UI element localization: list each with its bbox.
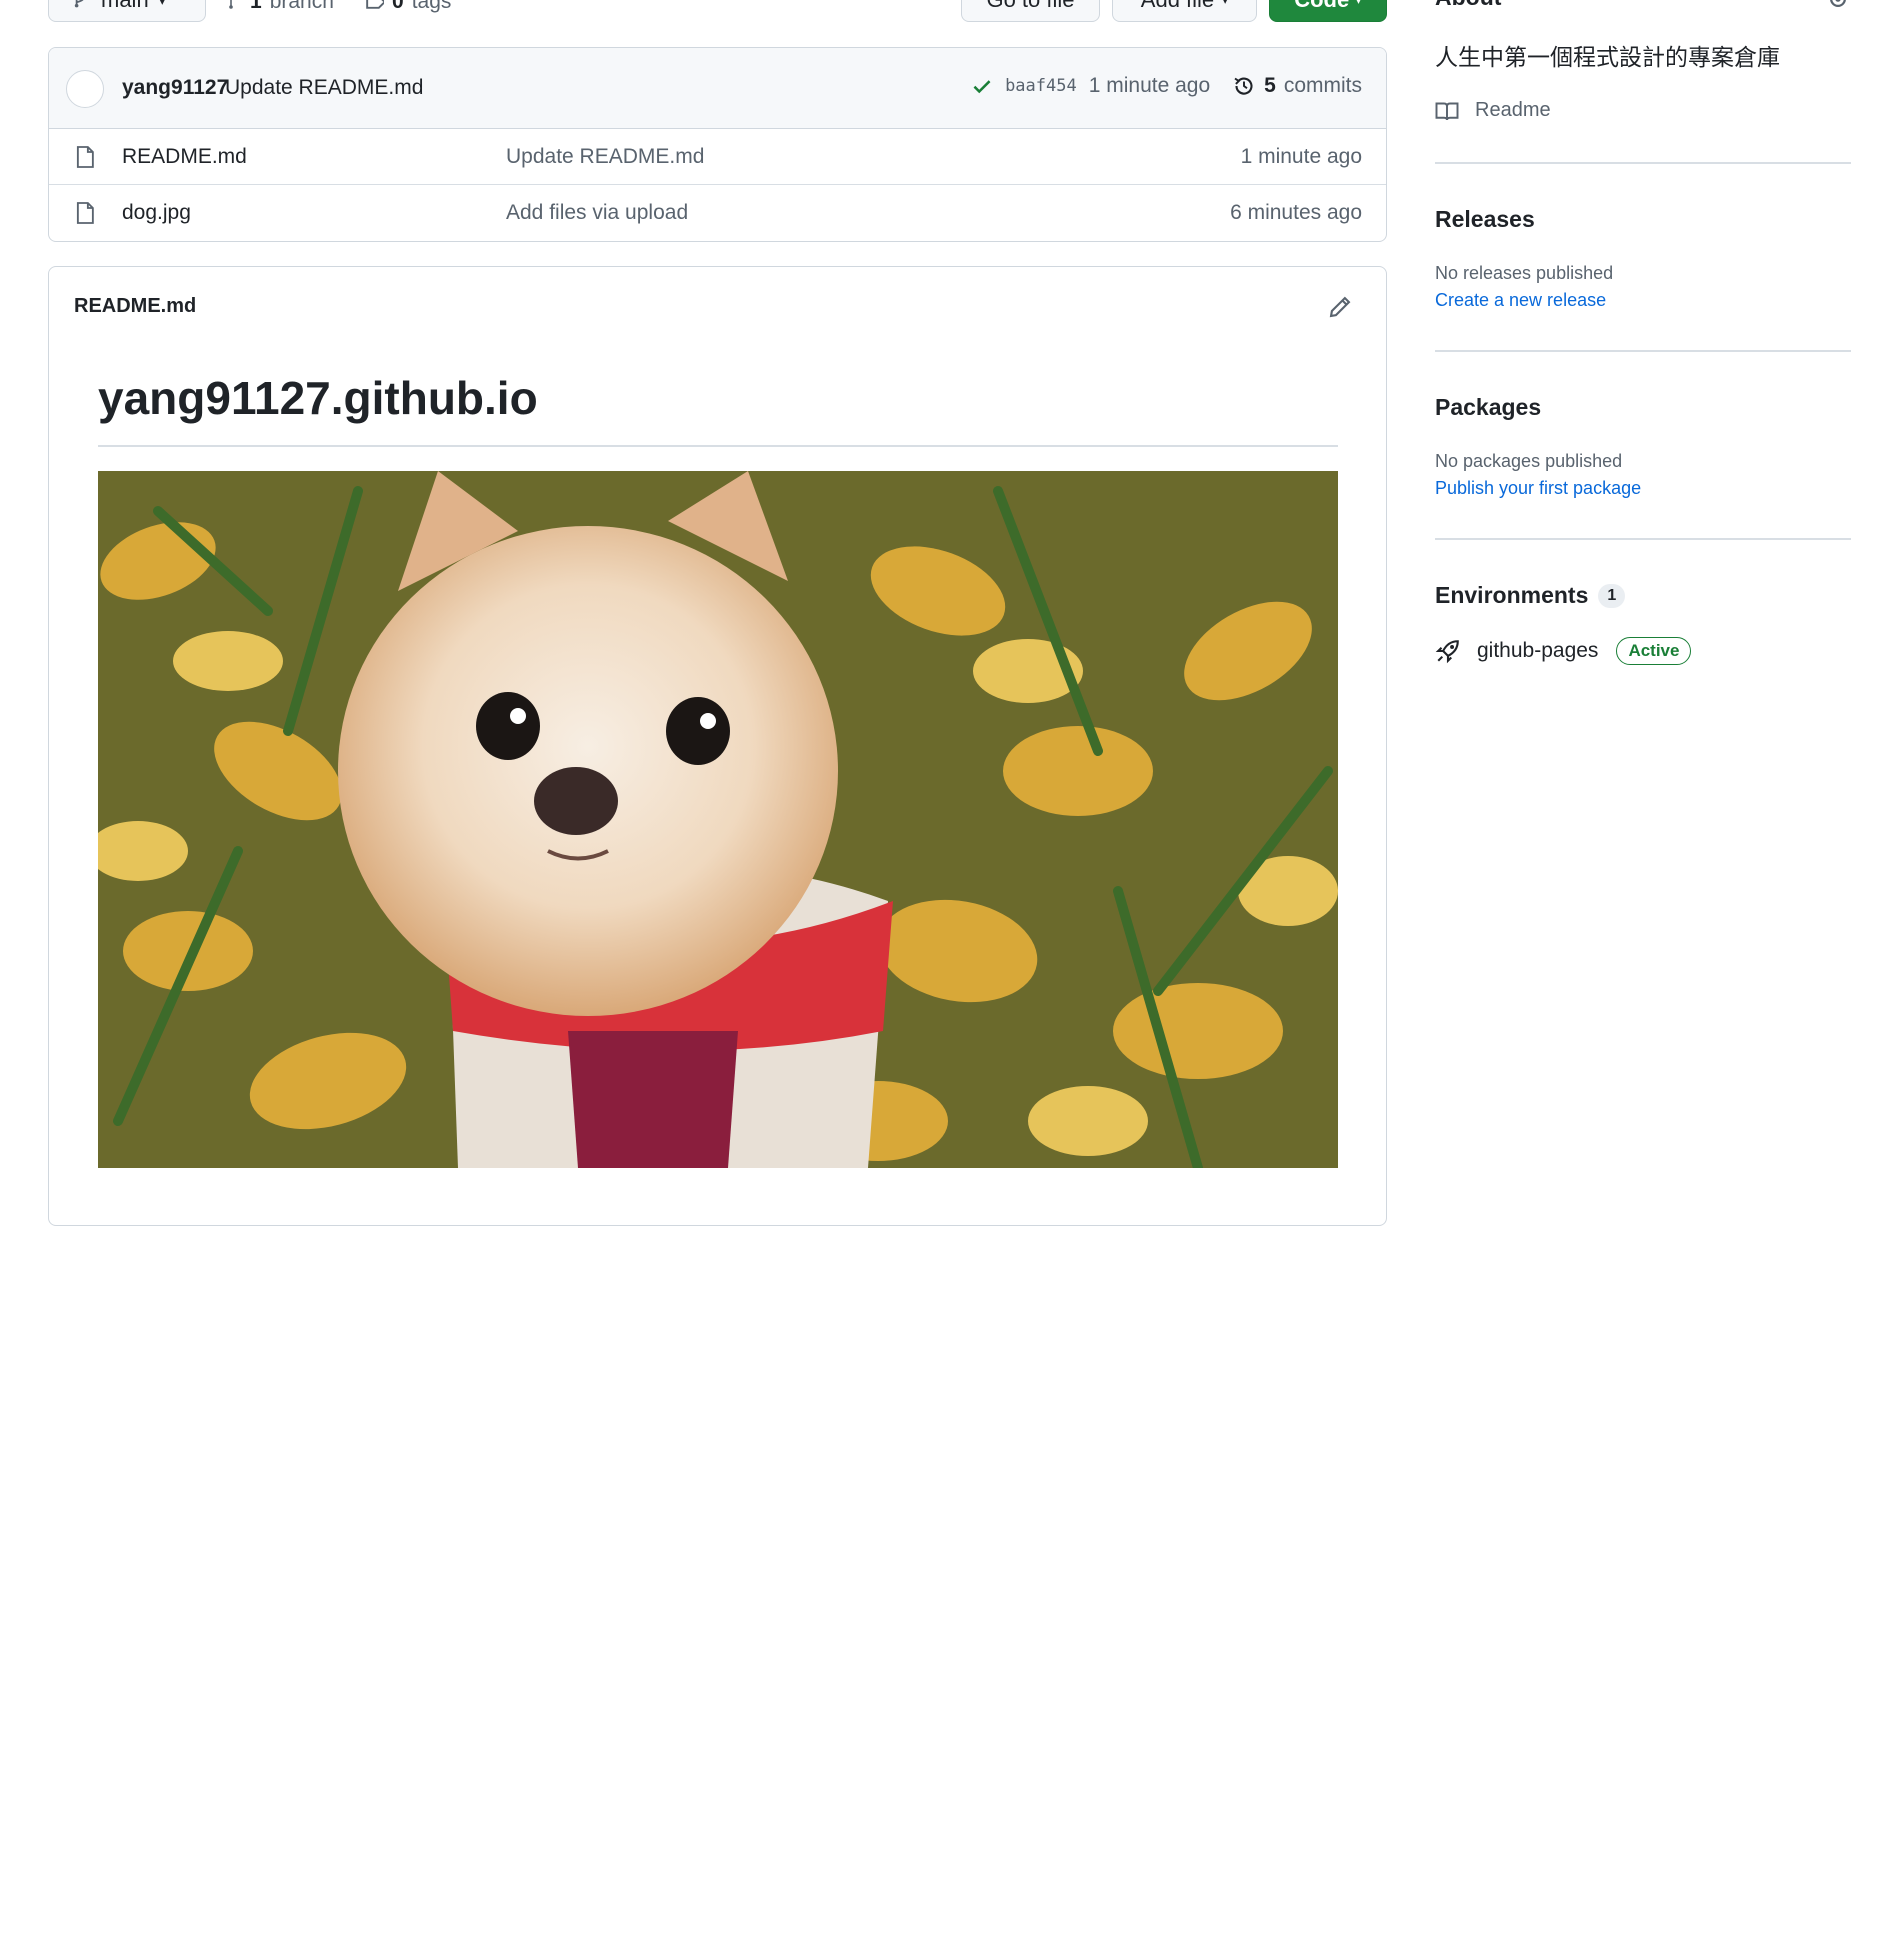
file-time: 1 minute ago [1240,145,1362,168]
chevron-down-icon: ▾ [1222,0,1229,7]
divider [1435,162,1851,164]
chevron-down-icon: ▾ [1355,0,1362,8]
environments-count: 1 [1598,583,1626,608]
releases-empty-text: No releases published [1435,263,1614,283]
rocket-icon [1435,640,1459,664]
environments-heading[interactable]: Environments 1 [1435,582,1626,609]
commit-author[interactable]: yang91127 [122,76,228,100]
file-icon [76,202,94,224]
file-time: 6 minutes ago [1230,201,1362,224]
book-icon [1435,102,1459,120]
check-icon[interactable] [971,75,993,97]
commit-word: commits [1283,74,1362,97]
about-description: 人生中第一個程式設計的專案倉庫 [1435,45,1780,71]
commit-message[interactable]: Update README.md [225,76,423,100]
history-icon [1234,77,1253,95]
dog-photo [98,471,1338,1168]
commit-sha[interactable]: baaf454 [1005,76,1077,96]
commit-meta: baaf454 1 minute ago 5 commits [971,74,1362,98]
tags-link[interactable]: 0 tags [362,0,451,14]
file-row[interactable]: dog.jpg Add files via upload 6 minutes a… [49,185,1386,241]
environment-item[interactable]: github-pages Active [1435,637,1692,665]
packages-heading[interactable]: Packages [1435,394,1541,421]
tag-icon [366,0,384,9]
commits-link[interactable]: 5 commits [1232,74,1362,98]
pencil-icon[interactable] [1327,294,1353,320]
packages-empty-text: No packages published [1435,451,1623,471]
git-branch-icon [229,0,233,9]
file-commit-message[interactable]: Update README.md [506,145,704,169]
file-name[interactable]: README.md [122,145,247,169]
create-release-link[interactable]: Create a new release [1435,290,1606,311]
add-file-button[interactable]: Add file ▾ [1112,0,1257,22]
commit-time: 1 minute ago [1088,74,1211,97]
status-badge: Active [1616,637,1692,665]
file-commit-message[interactable]: Add files via upload [506,201,688,225]
code-button[interactable]: Code ▾ [1269,0,1387,22]
avatar[interactable] [66,70,104,108]
chevron-down-icon: ▾ [159,0,166,9]
readme-header[interactable]: README.md [74,295,196,318]
readme-title: yang91127.github.io [98,372,538,424]
code-label: Code [1294,0,1349,13]
readme-panel: README.md yang91127.github.io [48,266,1387,1226]
branch-selector[interactable]: main ▾ [48,0,206,22]
latest-commit-bar: yang91127 Update README.md baaf454 1 min… [49,48,1386,129]
tag-count: 0 [392,0,404,13]
publish-package-link[interactable]: Publish your first package [1435,478,1641,499]
file-name[interactable]: dog.jpg [122,201,191,225]
divider [1435,350,1851,352]
file-browser: yang91127 Update README.md baaf454 1 min… [48,47,1387,242]
commit-count: 5 [1264,74,1276,97]
readme-link[interactable]: Readme [1435,99,1551,122]
branch-name: main [101,0,149,13]
add-file-label: Add file [1141,0,1214,13]
tag-word: tags [411,0,452,13]
environment-name[interactable]: github-pages [1477,639,1598,663]
readme-link-label: Readme [1475,99,1551,121]
branches-link[interactable]: 1 branch [226,0,334,14]
environments-heading-label: Environments [1435,582,1589,608]
about-heading: About [1435,0,1501,11]
branch-count: 1 [250,0,262,13]
branch-word: branch [269,0,334,13]
releases-heading[interactable]: Releases [1435,206,1535,233]
divider [1435,538,1851,540]
go-to-file-label: Go to file [986,0,1074,13]
go-to-file-button[interactable]: Go to file [961,0,1100,22]
file-row[interactable]: README.md Update README.md 1 minute ago [49,129,1386,185]
divider [98,445,1338,447]
gear-icon[interactable] [1827,0,1849,10]
git-branch-icon [74,0,84,8]
file-icon [76,146,94,168]
